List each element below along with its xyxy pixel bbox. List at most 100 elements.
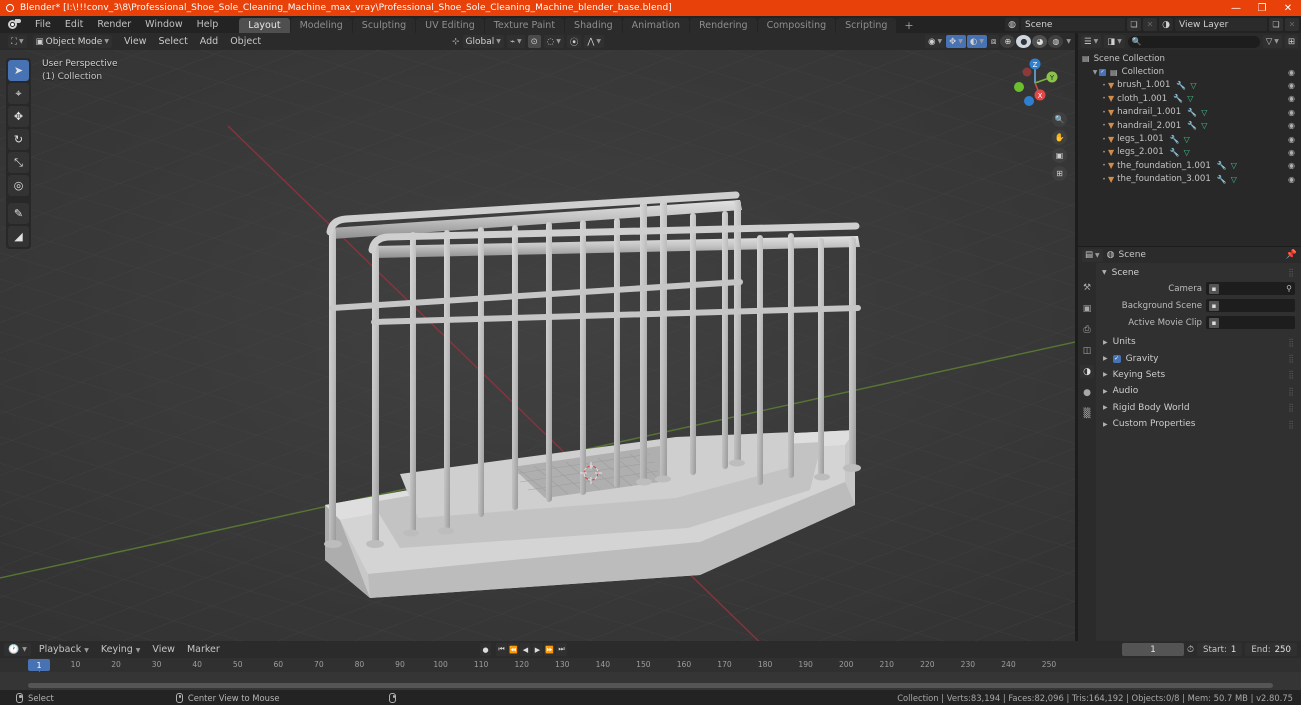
property-section-units[interactable]: ▶ Units ⣿: [1096, 334, 1301, 350]
proportional-falloff-icon[interactable]: ⋀ ▼: [584, 35, 604, 48]
outliner-display-mode-icon[interactable]: ◨ ▼: [1104, 35, 1125, 48]
property-value-field[interactable]: ▪ ⚲: [1206, 282, 1295, 295]
scene-panel-header[interactable]: ▼ Scene ⣿: [1096, 265, 1301, 280]
property-value-field[interactable]: ▪: [1206, 299, 1295, 312]
play-reverse-button[interactable]: ◀: [520, 643, 531, 656]
visibility-eye-icon[interactable]: ◉: [1288, 148, 1295, 157]
proportional-falloff-center-icon[interactable]: ⦿: [566, 35, 582, 48]
visibility-eye-icon[interactable]: ◉: [1288, 81, 1295, 90]
rotate-tool[interactable]: ↻: [8, 129, 29, 150]
modifier-icon[interactable]: 🔧: [1217, 161, 1227, 170]
measure-tool[interactable]: ◢: [8, 226, 29, 247]
viewport-menu-object[interactable]: Object: [224, 36, 267, 47]
proportional-edit-icon[interactable]: ◌ ▼: [543, 35, 564, 48]
viewport-menu-add[interactable]: Add: [194, 36, 224, 47]
workspace-tab-texture-paint[interactable]: Texture Paint: [484, 18, 565, 33]
expand-arrow-icon[interactable]: •: [1100, 136, 1108, 143]
jump-forward-keyframe-button[interactable]: ⏩: [544, 643, 555, 656]
3d-viewport[interactable]: User Perspective (1) Collection ➤ ⌖ ✥ ↻ ⤡ ◎ ✎ ◢…: [0, 50, 1075, 641]
outliner-search-input[interactable]: 🔍: [1127, 35, 1260, 48]
outliner-row-cloth-1-001[interactable]: • ▼ cloth_1.001 🔧 ▽ ◉: [1078, 92, 1301, 105]
outliner-editor-type-icon[interactable]: ☰ ▼: [1081, 35, 1102, 48]
transform-orientation-selector[interactable]: Global ▼: [462, 35, 504, 48]
modifier-icon[interactable]: 🔧: [1170, 148, 1180, 157]
jump-back-keyframe-button[interactable]: ⏪: [508, 643, 519, 656]
shading-popover-icon[interactable]: ▼: [1064, 38, 1073, 45]
properties-editor-type-icon[interactable]: ▤ ▼: [1082, 248, 1103, 262]
mesh-data-icon[interactable]: ▽: [1231, 175, 1237, 184]
menu-edit[interactable]: Edit: [58, 16, 90, 33]
transform-tool[interactable]: ◎: [8, 175, 29, 196]
move-view-icon[interactable]: ✋: [1052, 130, 1067, 145]
mesh-data-icon[interactable]: ▽: [1231, 161, 1237, 170]
timeline-menu-keying[interactable]: Keying ▼: [95, 644, 147, 655]
outliner-row-the-foundation-3-001[interactable]: • ▼ the_foundation_3.001 🔧 ▽ ◉: [1078, 173, 1301, 186]
mesh-data-icon[interactable]: ▽: [1190, 81, 1196, 90]
visibility-eye-icon[interactable]: ◉: [1288, 68, 1295, 77]
workspace-tab-rendering[interactable]: Rendering: [690, 18, 757, 33]
outliner-row-the-foundation-1-001[interactable]: • ▼ the_foundation_1.001 🔧 ▽ ◉: [1078, 159, 1301, 172]
modifier-icon[interactable]: 🔧: [1217, 175, 1227, 184]
scene-browse-icon[interactable]: ◍: [1005, 18, 1019, 31]
shading-wireframe-icon[interactable]: ⊕: [1000, 35, 1016, 48]
mesh-data-icon[interactable]: ▽: [1187, 94, 1193, 103]
expand-arrow-icon[interactable]: •: [1100, 122, 1108, 129]
scene-tab[interactable]: ◑: [1080, 365, 1094, 378]
outliner-row-legs-1-001[interactable]: • ▼ legs_1.001 🔧 ▽ ◉: [1078, 132, 1301, 145]
workspace-tab-sculpting[interactable]: Sculpting: [352, 18, 416, 33]
section-checkbox[interactable]: ✓: [1112, 354, 1121, 363]
menu-render[interactable]: Render: [90, 16, 138, 33]
outliner-new-collection-icon[interactable]: ⊞: [1284, 35, 1298, 48]
snap-toggle-icon[interactable]: ⊙: [527, 35, 541, 48]
world-tab[interactable]: ●: [1080, 386, 1094, 399]
visibility-eye-icon[interactable]: ◉: [1288, 108, 1295, 117]
outliner-row-collection[interactable]: ▼ ✓ ▤ Collection ◉: [1078, 65, 1301, 78]
outliner-row-brush-1-001[interactable]: • ▼ brush_1.001 🔧 ▽ ◉: [1078, 79, 1301, 92]
tweak-select-tool[interactable]: ➤: [8, 60, 29, 81]
output-tab[interactable]: ⎙: [1080, 323, 1094, 336]
remove-view-layer-icon[interactable]: ✕: [1285, 18, 1299, 31]
outliner-row-handrail-1-001[interactable]: • ▼ handrail_1.001 🔧 ▽ ◉: [1078, 106, 1301, 119]
jump-to-start-button[interactable]: ⏮: [496, 643, 507, 656]
shading-solid-icon[interactable]: ●: [1016, 35, 1032, 48]
minimize-button[interactable]: —: [1223, 0, 1249, 16]
expand-arrow-icon[interactable]: •: [1100, 82, 1108, 89]
new-scene-icon[interactable]: ❏: [1127, 18, 1141, 31]
outliner-row-scene-collection[interactable]: ▤ Scene Collection: [1078, 52, 1301, 65]
navigation-gizmo[interactable]: Z Y X: [1007, 55, 1063, 111]
timeline-menu-playback[interactable]: Playback ▼: [33, 644, 95, 655]
mesh-data-icon[interactable]: ▽: [1201, 121, 1207, 130]
play-button[interactable]: ▶: [532, 643, 543, 656]
property-section-gravity[interactable]: ▶ ✓ Gravity ⣿: [1096, 350, 1301, 366]
modifier-icon[interactable]: 🔧: [1187, 108, 1197, 117]
expand-arrow-icon[interactable]: •: [1100, 149, 1108, 156]
annotate-tool[interactable]: ✎: [8, 203, 29, 224]
visibility-eye-icon[interactable]: ◉: [1288, 94, 1295, 103]
camera-view-icon[interactable]: ▣: [1052, 148, 1067, 163]
property-section-custom-properties[interactable]: ▶ Custom Properties ⣿: [1096, 416, 1301, 432]
eyedropper-icon[interactable]: ⚲: [1286, 284, 1292, 293]
modifier-icon[interactable]: 🔧: [1170, 135, 1180, 144]
workspace-tab-uv-editing[interactable]: UV Editing: [416, 18, 484, 33]
timeline-ruler[interactable]: 10 20 30 40 50 60 70 80 90 100 110 120 130 140 150 160 1…: [0, 658, 1301, 684]
visibility-eye-icon[interactable]: ◉: [1288, 161, 1295, 170]
collection-checkbox[interactable]: ✓: [1099, 68, 1106, 76]
stopwatch-icon[interactable]: ⏱: [1187, 645, 1194, 655]
view-layer-browse-icon[interactable]: ◑: [1159, 18, 1173, 31]
menu-file[interactable]: File: [28, 16, 58, 33]
add-workspace-button[interactable]: +: [897, 18, 920, 33]
timeline-menu-marker[interactable]: Marker: [181, 644, 226, 655]
start-frame-field[interactable]: Start: 1: [1197, 643, 1243, 656]
mesh-data-icon[interactable]: ▽: [1201, 108, 1207, 117]
workspace-tab-layout[interactable]: Layout: [239, 18, 290, 33]
view-layer-tab[interactable]: ◫: [1080, 344, 1094, 357]
outliner-filter-icon[interactable]: ▽ ▼: [1262, 35, 1282, 48]
unlink-scene-icon[interactable]: ✕: [1143, 18, 1157, 31]
snap-magnet-icon[interactable]: ⌁ ▼: [506, 35, 525, 48]
workspace-tab-modeling[interactable]: Modeling: [290, 18, 352, 33]
workspace-tab-animation[interactable]: Animation: [622, 18, 690, 33]
pin-icon[interactable]: 📌: [1286, 250, 1297, 260]
outliner-row-handrail-2-001[interactable]: • ▼ handrail_2.001 🔧 ▽ ◉: [1078, 119, 1301, 132]
end-frame-field[interactable]: End: 250: [1245, 643, 1297, 656]
jump-to-end-button[interactable]: ⏭: [556, 643, 567, 656]
